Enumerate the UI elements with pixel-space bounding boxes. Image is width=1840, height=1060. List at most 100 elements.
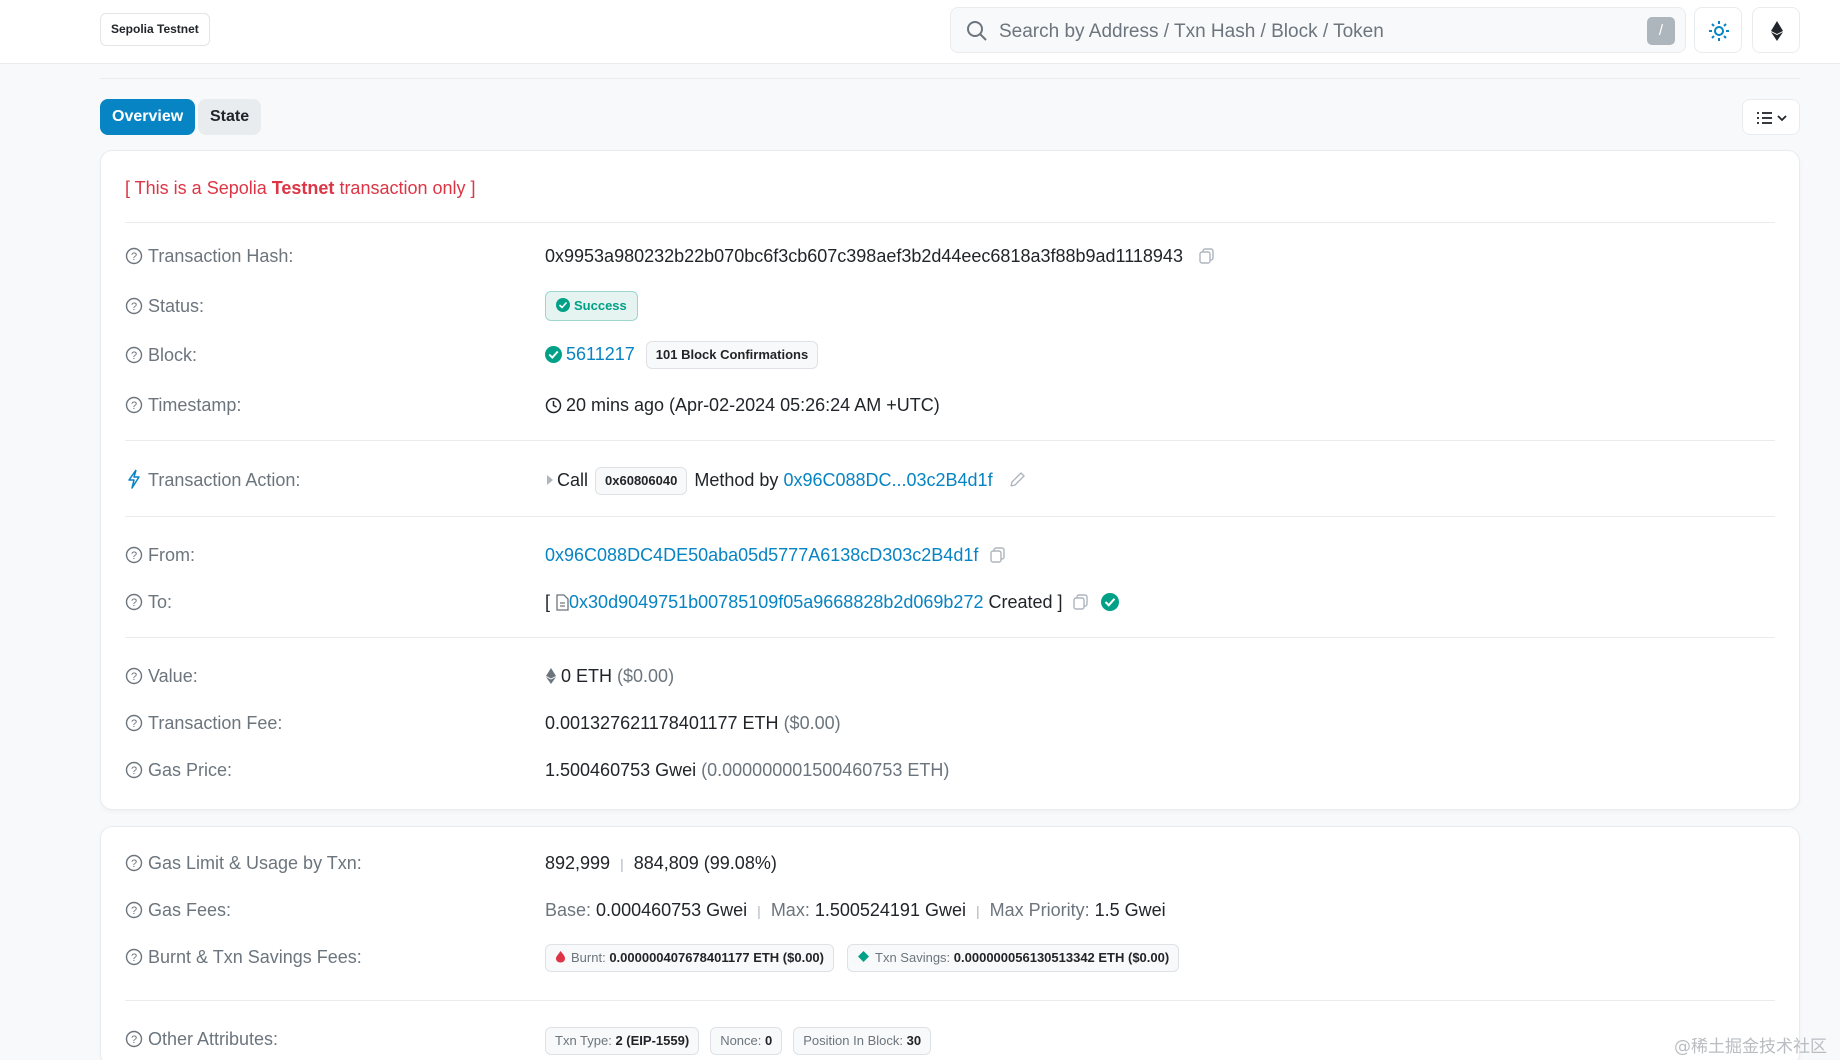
divider — [125, 516, 1775, 517]
verified-check-icon — [1100, 593, 1119, 611]
network-badge[interactable]: Sepolia Testnet — [100, 13, 210, 46]
savings-badge: Txn Savings: 0.000000056130513342 ETH ($… — [847, 944, 1180, 972]
tab-state[interactable]: State — [198, 99, 262, 135]
label-text: Transaction Fee: — [148, 713, 283, 733]
help-icon[interactable]: ? — [125, 297, 143, 315]
savings-icon — [858, 951, 870, 962]
created-text: Created ] — [988, 592, 1063, 612]
contract-address-link[interactable]: 0x30d9049751b00785109f05a9668828b2d069b2… — [569, 592, 983, 612]
gas-limit: 892,999 — [545, 853, 611, 873]
to-value: [ 0x30d9049751b00785109f05a9668828b2d069… — [545, 590, 1119, 614]
ethereum-icon — [1771, 21, 1783, 41]
label-text: Gas Fees: — [148, 900, 232, 920]
testnet-notice: [ This is a Sepolia Testnet transaction … — [125, 178, 476, 199]
from-address-link[interactable]: 0x96C088DC4DE50aba05d5777A6138cD303c2B4d… — [545, 545, 978, 565]
copy-icon[interactable] — [1198, 247, 1216, 265]
svg-text:?: ? — [131, 350, 137, 362]
burnt-value: 0.000000407678401177 ETH ($0.00) — [609, 950, 824, 965]
timestamp-label: ? Timestamp: — [125, 393, 241, 417]
copy-icon[interactable] — [989, 546, 1007, 564]
label-text: Gas Price: — [148, 760, 233, 780]
tab-overview[interactable]: Overview — [100, 99, 196, 135]
position-value: 30 — [906, 1033, 922, 1048]
fee-usd: ($0.00) — [783, 713, 841, 733]
from-label: ? From: — [125, 543, 195, 567]
block-number-link[interactable]: 5611217 — [566, 344, 635, 364]
copy-icon[interactable] — [1072, 593, 1090, 611]
gas-fees-value: Base: 0.000460753 Gwei | Max: 1.500524191 … — [545, 900, 1166, 920]
help-icon[interactable]: ? — [125, 396, 143, 414]
block-label: ? Block: — [125, 343, 197, 367]
svg-text:?: ? — [131, 905, 137, 917]
value-usd: ($0.00) — [617, 666, 675, 686]
max-label: Max: — [770, 900, 810, 920]
label-text: Gas Limit & Usage by Txn: — [148, 853, 362, 873]
tx-hash-label: ? Transaction Hash: — [125, 244, 293, 268]
network-switch-button[interactable] — [1752, 7, 1800, 53]
help-icon[interactable]: ? — [125, 1030, 143, 1048]
label-text: Burnt & Txn Savings Fees: — [148, 947, 362, 967]
burnt-label: Burnt: — [571, 950, 606, 965]
position-label: Position In Block: — [803, 1033, 903, 1048]
label-text: Status: — [148, 296, 205, 316]
gas-limit-label: ? Gas Limit & Usage by Txn: — [125, 851, 362, 875]
status-label: ? Status: — [125, 294, 204, 318]
fee-amount: 0.001327621178401177 ETH — [545, 713, 779, 733]
svg-text:?: ? — [131, 251, 137, 263]
list-chevron-icon — [1757, 112, 1787, 124]
txn-type-badge: Txn Type: 2 (EIP-1559) — [545, 1027, 700, 1055]
theme-toggle-button[interactable] — [1694, 7, 1742, 53]
status-text: Success — [574, 298, 627, 313]
burnt-savings-value: Burnt: 0.000000407678401177 ETH ($0.00) … — [545, 944, 1180, 972]
header-divider — [100, 78, 1800, 79]
priority-fee: 1.5 Gwei — [1094, 900, 1166, 920]
tx-action-label: Transaction Action: — [125, 468, 300, 492]
tx-hash: 0x9953a980232b22b070bc6f3cb607c398aef3b2… — [545, 246, 1183, 266]
label-text: To: — [148, 592, 173, 612]
to-label: ? To: — [125, 590, 172, 614]
edit-pencil-icon[interactable] — [1008, 471, 1026, 489]
max-fee: 1.500524191 Gwei — [814, 900, 966, 920]
help-icon[interactable]: ? — [125, 854, 143, 872]
gas-price-eth: (0.000000001500460753 ETH) — [701, 760, 950, 780]
divider — [125, 440, 1775, 441]
fee-value: 0.001327621178401177 ETH ($0.00) — [545, 711, 841, 735]
method-by-text: Method by — [694, 469, 779, 490]
divider — [125, 222, 1775, 223]
svg-text:?: ? — [131, 765, 137, 777]
help-icon[interactable]: ? — [125, 714, 143, 732]
notice-bold: Testnet — [271, 178, 335, 198]
bracket-open: [ — [545, 592, 551, 612]
svg-text:?: ? — [131, 858, 137, 870]
search-icon — [967, 21, 987, 41]
svg-text:?: ? — [131, 550, 137, 562]
help-icon[interactable]: ? — [125, 948, 143, 966]
notice-prefix: [ This is a Sepolia — [125, 178, 272, 198]
call-text: Call — [557, 469, 589, 490]
gas-usage: 884,809 (99.08%) — [633, 853, 777, 873]
label-text: Transaction Action: — [148, 470, 301, 490]
priority-label: Max Priority: — [989, 900, 1090, 920]
sun-icon — [1709, 21, 1729, 41]
search-input[interactable]: Search by Address / Txn Hash / Block / T… — [999, 21, 1384, 43]
caller-address-link[interactable]: 0x96C088DC...03c2B4d1f — [783, 470, 992, 490]
help-icon[interactable]: ? — [125, 546, 143, 564]
help-icon[interactable]: ? — [125, 901, 143, 919]
burnt-savings-label: ? Burnt & Txn Savings Fees: — [125, 945, 362, 969]
help-icon[interactable]: ? — [125, 593, 143, 611]
help-icon[interactable]: ? — [125, 247, 143, 265]
ethereum-icon — [546, 668, 556, 684]
help-icon[interactable]: ? — [125, 346, 143, 364]
more-options-button[interactable] — [1742, 99, 1800, 135]
base-fee: 0.000460753 Gwei — [596, 900, 748, 920]
nonce-label: Nonce: — [720, 1033, 762, 1048]
search-box[interactable]: Search by Address / Txn Hash / Block / T… — [950, 7, 1686, 53]
svg-text:?: ? — [131, 671, 137, 683]
notice-suffix: transaction only ] — [334, 178, 476, 198]
divider — [125, 637, 1775, 638]
help-icon[interactable]: ? — [125, 667, 143, 685]
label-text: Other Attributes: — [148, 1029, 279, 1049]
caret-right-icon[interactable] — [545, 474, 555, 486]
help-icon[interactable]: ? — [125, 761, 143, 779]
label-text: Value: — [148, 666, 198, 686]
